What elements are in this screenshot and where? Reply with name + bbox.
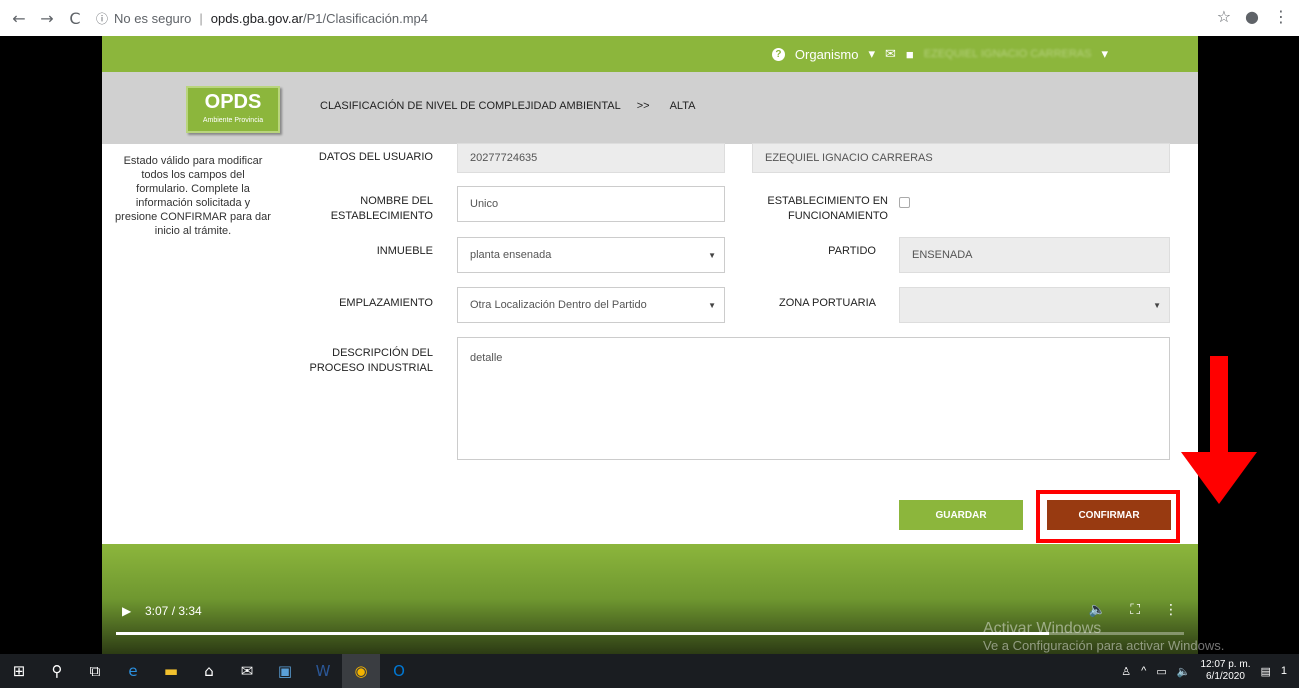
system-clock[interactable]: 12:07 p. m. 6/1/2020: [1200, 659, 1250, 683]
network-icon[interactable]: ▭: [1156, 665, 1166, 678]
security-status: No es seguro: [114, 10, 192, 26]
descripcion-textarea[interactable]: detalle: [457, 337, 1170, 460]
notification-count: 1: [1280, 665, 1287, 677]
chevron-down-icon: ▼: [708, 250, 716, 260]
notification-icon[interactable]: ▤: [1260, 665, 1270, 678]
url-path: /P1/Clasificación.mp4: [303, 10, 429, 26]
forward-icon[interactable]: →: [36, 7, 58, 29]
partido-field: ENSENADA: [899, 237, 1170, 273]
descripcion-label: DESCRIPCIÓN DEL PROCESO INDUSTRIAL: [309, 347, 433, 374]
help-icon: ?: [771, 47, 785, 61]
back-icon[interactable]: ←: [8, 7, 30, 29]
windows-taskbar: ⊞ ⚲ ⧉ e ▬ ⌂ ✉ ▣ W ◉ O ♙ ^ ▭ 🔈 12:07 p. m…: [0, 654, 1299, 688]
cuit-field: 20277724635: [457, 143, 725, 173]
logo-title: OPDS: [204, 91, 262, 113]
user-fullname-field: EZEQUIEL IGNACIO CARRERAS: [752, 143, 1170, 173]
video-time: 3:07 / 3:34: [145, 604, 202, 618]
store-icon[interactable]: ⌂: [190, 654, 228, 688]
bookmark-star-icon[interactable]: ☆: [1217, 7, 1231, 26]
funcionamiento-label: ESTABLECIMIENTO EN FUNCIONAMIENTO: [767, 195, 888, 222]
chevron-up-icon[interactable]: ^: [1141, 665, 1146, 677]
breadcrumb-current: ALTA: [669, 100, 696, 112]
outlook-icon[interactable]: O: [380, 654, 418, 688]
system-tray: ♙ ^ ▭ 🔈 12:07 p. m. 6/1/2020 ▤ 1: [1121, 654, 1299, 688]
watermark-subtitle: Ve a Configuración para activar Windows.: [983, 638, 1225, 653]
inmueble-label: INMUEBLE: [376, 245, 433, 257]
browser-toolbar: ← → C ⓘ No es seguro | opds.gba.gov.ar /…: [0, 0, 1299, 36]
windows-start-icon[interactable]: ⊞: [0, 654, 38, 688]
people-icon[interactable]: ♙: [1121, 665, 1131, 678]
chevron-down-icon: ▾: [868, 46, 876, 61]
clock-time: 12:07 p. m.: [1200, 659, 1251, 670]
breadcrumb-separator: >>: [636, 100, 650, 112]
chevron-down-icon: ▼: [1153, 300, 1161, 310]
emplazamiento-label: EMPLAZAMIENTO: [339, 297, 433, 309]
logo-subtitle: Ambiente Provincia: [202, 117, 264, 124]
emplazamiento-select[interactable]: Otra Localización Dentro del Partido ▼: [457, 287, 725, 323]
zona-portuaria-label: ZONA PORTUARIA: [779, 297, 876, 309]
user-name-blurred: EZEQUIEL IGNACIO CARRERAS: [923, 48, 1092, 60]
organismo-menu: Organismo: [794, 46, 859, 62]
chrome-icon[interactable]: ◉: [342, 654, 380, 688]
chevron-down-icon: ▾: [1101, 46, 1108, 61]
inmueble-value: planta ensenada: [470, 249, 552, 261]
site-topbar: ? Organismo ▾ ✉ ■ EZEQUIEL IGNACIO CARRE…: [102, 36, 1198, 72]
watermark-title: Activar Windows: [983, 620, 1102, 637]
funcionamiento-checkbox[interactable]: [899, 197, 910, 208]
more-options-icon[interactable]: ⋮: [1164, 602, 1178, 618]
speaker-icon[interactable]: 🔈: [1177, 665, 1191, 678]
partido-label: PARTIDO: [828, 245, 876, 257]
zona-portuaria-select[interactable]: ▼: [899, 287, 1170, 323]
search-icon[interactable]: ⚲: [38, 654, 76, 688]
reload-icon[interactable]: C: [64, 7, 86, 29]
user-icon: ■: [905, 46, 914, 62]
mail-icon: ✉: [885, 46, 896, 61]
browser-menu-icon[interactable]: ⋮: [1273, 7, 1289, 26]
emplazamiento-value: Otra Localización Dentro del Partido: [470, 299, 647, 311]
red-arrow-head: [1181, 452, 1257, 504]
address-divider: |: [199, 10, 203, 26]
edge-icon[interactable]: e: [114, 654, 152, 688]
video-progress-fill: [116, 632, 1050, 635]
nombre-establecimiento-label: NOMBRE DEL ESTABLECIMIENTO: [330, 195, 433, 222]
mail-icon[interactable]: ✉: [228, 654, 266, 688]
breadcrumb-section: CLASIFICACIÓN DE NIVEL DE COMPLEJIDAD AM…: [320, 100, 621, 112]
address-bar[interactable]: ⓘ No es seguro | opds.gba.gov.ar /P1/Cla…: [96, 6, 428, 30]
highlight-box: [1036, 490, 1180, 543]
word-icon[interactable]: W: [304, 654, 342, 688]
video-player[interactable]: ? Organismo ▾ ✉ ■ EZEQUIEL IGNACIO CARRE…: [0, 36, 1299, 654]
chevron-down-icon: ▼: [708, 300, 716, 310]
info-icon[interactable]: ⓘ: [96, 10, 108, 27]
play-icon[interactable]: ▶: [122, 604, 131, 618]
breadcrumb: CLASIFICACIÓN DE NIVEL DE COMPLEJIDAD AM…: [320, 100, 695, 112]
fullscreen-icon[interactable]: ⛶: [1130, 602, 1140, 618]
volume-icon[interactable]: 🔈: [1089, 602, 1106, 618]
opds-logo: OPDS Ambiente Provincia: [186, 86, 280, 133]
guardar-button[interactable]: GUARDAR: [899, 500, 1023, 530]
inmueble-select[interactable]: planta ensenada ▼: [457, 237, 725, 273]
datos-usuario-label: DATOS DEL USUARIO: [318, 151, 433, 163]
recorded-website: ? Organismo ▾ ✉ ■ EZEQUIEL IGNACIO CARRE…: [102, 36, 1257, 610]
file-explorer-icon[interactable]: ▬: [152, 654, 190, 688]
nombre-establecimiento-input[interactable]: Unico: [457, 186, 725, 222]
account-icon[interactable]: ●: [1245, 7, 1259, 26]
windows-activation-watermark: Activar Windows Ve a Configuración para …: [983, 620, 1224, 653]
clock-date: 6/1/2020: [1205, 671, 1245, 682]
url-host: opds.gba.gov.ar: [210, 10, 304, 26]
help-text: Estado válido para modificar todos los c…: [115, 155, 271, 237]
red-arrow-shaft: [1210, 356, 1228, 454]
task-view-icon[interactable]: ⧉: [76, 654, 114, 688]
screenshot-tool-icon[interactable]: ▣: [266, 654, 304, 688]
